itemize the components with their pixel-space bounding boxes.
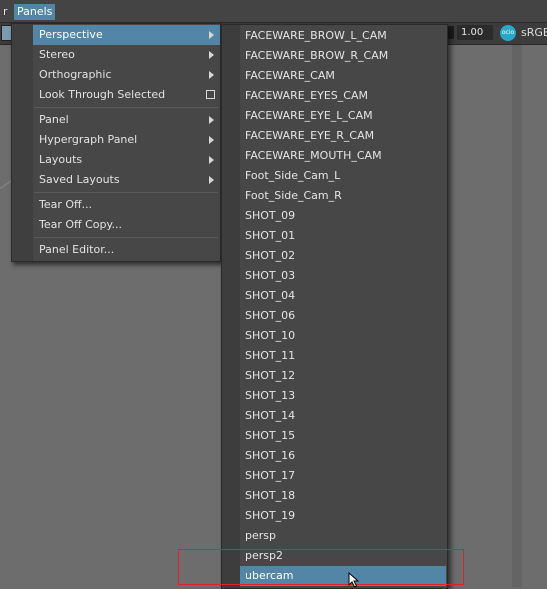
- camera-item[interactable]: SHOT_06: [240, 306, 446, 326]
- camera-item-label: SHOT_17: [245, 469, 296, 482]
- submenu-arrow-icon: [209, 156, 214, 164]
- camera-item[interactable]: SHOT_02: [240, 246, 446, 266]
- camera-item-label: FACEWARE_BROW_R_CAM: [245, 49, 389, 62]
- option-checkbox[interactable]: [206, 90, 215, 99]
- camera-item[interactable]: persp: [240, 526, 446, 546]
- camera-item[interactable]: Foot_Side_Cam_L: [240, 166, 446, 186]
- camera-item[interactable]: Foot_Side_Cam_R: [240, 186, 446, 206]
- camera-item-label: SHOT_14: [245, 409, 296, 422]
- camera-item[interactable]: SHOT_18: [240, 486, 446, 506]
- camera-item[interactable]: SHOT_03: [240, 266, 446, 286]
- menu-item-label: Layouts: [39, 153, 83, 166]
- viewport-divider: [512, 45, 522, 587]
- menu-item-panel[interactable]: Panel: [33, 110, 220, 130]
- camera-item[interactable]: FACEWARE_EYE_R_CAM: [240, 126, 446, 146]
- camera-item-label: SHOT_16: [245, 449, 296, 462]
- camera-item[interactable]: FACEWARE_CAM: [240, 66, 446, 86]
- menu-item-tear-off[interactable]: Tear Off...: [33, 195, 220, 215]
- camera-item-label: FACEWARE_CAM: [245, 69, 335, 82]
- menu-item-tear-off-copy[interactable]: Tear Off Copy...: [33, 215, 220, 235]
- color-management-icon[interactable]: ocio: [500, 25, 516, 41]
- camera-item[interactable]: FACEWARE_BROW_L_CAM: [240, 26, 446, 46]
- camera-item-label: SHOT_09: [245, 209, 296, 222]
- menu-item-hypergraph-panel[interactable]: Hypergraph Panel: [33, 130, 220, 150]
- camera-item[interactable]: SHOT_01: [240, 226, 446, 246]
- submenu-arrow-icon: [209, 136, 214, 144]
- menu-item-label: Stereo: [39, 48, 75, 61]
- menu-item-label: Panel Editor...: [39, 243, 115, 256]
- menu-item-label: Panel: [39, 113, 69, 126]
- menu-item-label: Perspective: [39, 28, 103, 41]
- camera-item-label: SHOT_13: [245, 389, 296, 402]
- camera-item-label: SHOT_02: [245, 249, 296, 262]
- submenu-arrow-icon: [209, 176, 214, 184]
- menu-item-prev[interactable]: r: [0, 4, 11, 20]
- camera-item[interactable]: SHOT_19: [240, 506, 446, 526]
- exposure-field[interactable]: 1.00: [457, 25, 493, 40]
- menu-item-stereo[interactable]: Stereo: [33, 45, 220, 65]
- menu-separator: [34, 192, 218, 193]
- submenu-arrow-icon: [209, 51, 214, 59]
- submenu-arrow-icon: [209, 71, 214, 79]
- camera-item-label: SHOT_18: [245, 489, 296, 502]
- camera-item[interactable]: SHOT_17: [240, 466, 446, 486]
- perspective-submenu: FACEWARE_BROW_L_CAM FACEWARE_BROW_R_CAM FA…: [221, 24, 448, 589]
- camera-item[interactable]: SHOT_15: [240, 426, 446, 446]
- mouse-cursor-icon: [348, 572, 360, 588]
- camera-item-label: SHOT_04: [245, 289, 296, 302]
- colorspace-label[interactable]: sRGB: [521, 25, 547, 41]
- menu-item-label: Tear Off...: [39, 198, 93, 211]
- camera-item-label: persp: [245, 529, 276, 542]
- camera-item-label: FACEWARE_EYE_R_CAM: [245, 129, 375, 142]
- submenu-arrow-icon: [209, 31, 214, 39]
- menu-item-label: Hypergraph Panel: [39, 133, 138, 146]
- camera-item-label: SHOT_11: [245, 349, 296, 362]
- camera-item[interactable]: SHOT_13: [240, 386, 446, 406]
- menu-separator: [34, 237, 218, 238]
- menu-gutter: [12, 24, 33, 261]
- camera-item[interactable]: SHOT_14: [240, 406, 446, 426]
- camera-item-label: FACEWARE_EYES_CAM: [245, 89, 368, 102]
- camera-item-label: SHOT_01: [245, 229, 296, 242]
- annotation-highlight-box: [178, 549, 464, 585]
- menu-item-orthographic[interactable]: Orthographic: [33, 65, 220, 85]
- menu-item-look-through-selected[interactable]: Look Through Selected: [33, 85, 220, 105]
- camera-item-label: SHOT_15: [245, 429, 296, 442]
- camera-item[interactable]: SHOT_12: [240, 366, 446, 386]
- camera-item-label: SHOT_03: [245, 269, 296, 282]
- camera-item[interactable]: FACEWARE_EYE_L_CAM: [240, 106, 446, 126]
- menu-separator: [34, 107, 218, 108]
- camera-item[interactable]: FACEWARE_MOUTH_CAM: [240, 146, 446, 166]
- camera-item[interactable]: SHOT_10: [240, 326, 446, 346]
- camera-item[interactable]: SHOT_04: [240, 286, 446, 306]
- menu-item-label: Saved Layouts: [39, 173, 120, 186]
- menu-item-label: Look Through Selected: [39, 88, 166, 101]
- camera-item[interactable]: SHOT_11: [240, 346, 446, 366]
- camera-item-label: FACEWARE_MOUTH_CAM: [245, 149, 382, 162]
- camera-item-label: SHOT_10: [245, 329, 296, 342]
- submenu-arrow-icon: [209, 116, 214, 124]
- main-menu-bar: r Panels: [0, 0, 547, 23]
- camera-item-label: Foot_Side_Cam_R: [245, 189, 342, 202]
- menu-item-perspective[interactable]: Perspective: [33, 25, 220, 45]
- menu-item-label: Tear Off Copy...: [39, 218, 122, 231]
- camera-item-label: SHOT_06: [245, 309, 296, 322]
- camera-item-label: Foot_Side_Cam_L: [245, 169, 341, 182]
- menu-item-panels[interactable]: Panels: [14, 4, 56, 20]
- menu-item-saved-layouts[interactable]: Saved Layouts: [33, 170, 220, 190]
- camera-item[interactable]: FACEWARE_BROW_R_CAM: [240, 46, 446, 66]
- camera-item-label: FACEWARE_BROW_L_CAM: [245, 29, 387, 42]
- menu-item-label: Orthographic: [39, 68, 112, 81]
- menu-item-panel-editor[interactable]: Panel Editor...: [33, 240, 220, 260]
- panels-menu: Perspective Stereo Orthographic Look Thr…: [11, 23, 221, 262]
- camera-item[interactable]: SHOT_09: [240, 206, 446, 226]
- camera-item-label: SHOT_19: [245, 509, 296, 522]
- camera-item[interactable]: SHOT_16: [240, 446, 446, 466]
- menu-item-layouts[interactable]: Layouts: [33, 150, 220, 170]
- menu-gutter: [222, 25, 240, 588]
- camera-item[interactable]: FACEWARE_EYES_CAM: [240, 86, 446, 106]
- camera-item-label: SHOT_12: [245, 369, 296, 382]
- camera-item-label: FACEWARE_EYE_L_CAM: [245, 109, 373, 122]
